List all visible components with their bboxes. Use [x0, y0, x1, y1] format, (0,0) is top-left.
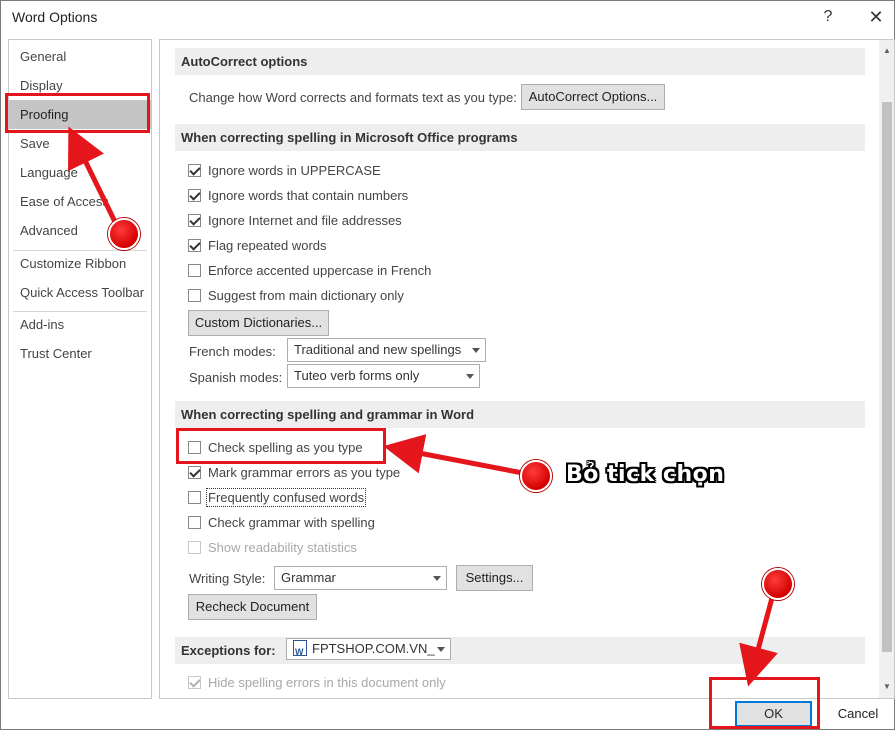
proofing-panel: AutoCorrect options Change how Word corr…: [159, 39, 895, 699]
grammar-with-spelling-checkbox[interactable]: [188, 515, 201, 529]
step-marker-dot: [520, 460, 552, 492]
flag-repeated-label: Flag repeated words: [208, 237, 327, 253]
ignore-uppercase-checkbox[interactable]: [188, 163, 201, 177]
proofing-highlight-box: [5, 93, 150, 133]
writing-style-value: Grammar: [281, 570, 336, 585]
scrollbar-thumb[interactable]: [882, 102, 892, 652]
flag-repeated-option[interactable]: Flag repeated words: [188, 235, 327, 255]
french-modes-value: Traditional and new spellings: [294, 342, 462, 357]
exceptions-document-value: FPTSHOP.COM.VN_: [312, 641, 435, 656]
close-button[interactable]: ✕: [863, 6, 889, 30]
ignore-numbers-option[interactable]: Ignore words that contain numbers: [188, 185, 408, 205]
writing-style-label: Writing Style:: [189, 571, 266, 586]
exceptions-label: Exceptions for:: [181, 643, 276, 658]
writing-style-dropdown[interactable]: Grammar: [274, 566, 447, 590]
enforce-accented-checkbox[interactable]: [188, 263, 201, 277]
spelling-office-section-heading: When correcting spelling in Microsoft Of…: [175, 124, 865, 151]
enforce-accented-option[interactable]: Enforce accented uppercase in French: [188, 260, 431, 280]
flag-repeated-checkbox[interactable]: [188, 238, 201, 252]
ignore-numbers-checkbox[interactable]: [188, 188, 201, 202]
confused-words-option[interactable]: Frequently confused words: [188, 487, 367, 507]
main-dictionary-checkbox[interactable]: [188, 288, 201, 302]
ignore-internet-label: Ignore Internet and file addresses: [208, 212, 402, 228]
french-modes-label: French modes:: [189, 344, 276, 359]
scroll-down-icon[interactable]: ▼: [881, 680, 893, 694]
readability-checkbox: [188, 540, 201, 554]
settings-button[interactable]: Settings...: [456, 565, 533, 591]
custom-dictionaries-button[interactable]: Custom Dictionaries...: [188, 310, 329, 336]
exceptions-section-heading: Exceptions for:: [175, 637, 865, 664]
mark-grammar-label: Mark grammar errors as you type: [208, 464, 401, 480]
ignore-internet-checkbox[interactable]: [188, 213, 201, 227]
chevron-down-icon: [472, 348, 480, 353]
grammar-with-spelling-label: Check grammar with spelling: [208, 514, 375, 530]
cancel-button[interactable]: Cancel: [821, 701, 895, 727]
chevron-down-icon: [433, 576, 441, 581]
mark-grammar-option[interactable]: Mark grammar errors as you type: [188, 462, 400, 482]
sidebar-item-language[interactable]: Language: [9, 158, 151, 187]
autocorrect-description: Change how Word corrects and formats tex…: [189, 90, 517, 105]
word-document-icon: [293, 640, 307, 662]
readability-option: Show readability statistics: [188, 537, 357, 557]
help-button[interactable]: ?: [815, 6, 841, 30]
sidebar-item-general[interactable]: General: [9, 42, 151, 71]
ignore-uppercase-option[interactable]: Ignore words in UPPERCASE: [188, 160, 381, 180]
spelling-word-section-heading: When correcting spelling and grammar in …: [175, 401, 865, 428]
hide-spelling-label: Hide spelling errors in this document on…: [208, 674, 446, 690]
readability-label: Show readability statistics: [208, 539, 357, 555]
autocorrect-options-button[interactable]: AutoCorrect Options...: [521, 84, 665, 110]
title-bar: Word Options ? ✕: [1, 1, 895, 35]
chevron-down-icon: [466, 374, 474, 379]
main-dictionary-option[interactable]: Suggest from main dictionary only: [188, 285, 404, 305]
spanish-modes-value: Tuteo verb forms only: [294, 368, 420, 383]
sidebar-item-add-ins[interactable]: Add-ins: [9, 310, 151, 339]
spanish-modes-dropdown[interactable]: Tuteo verb forms only: [287, 364, 480, 388]
vertical-scrollbar[interactable]: ▲ ▼: [879, 40, 894, 698]
hide-spelling-checkbox: [188, 675, 201, 689]
grammar-with-spelling-option[interactable]: Check grammar with spelling: [188, 512, 375, 532]
check-spelling-highlight-box: [176, 428, 386, 464]
step-marker-dot: [108, 218, 140, 250]
sidebar-item-trust-center[interactable]: Trust Center: [9, 339, 151, 368]
ignore-uppercase-label: Ignore words in UPPERCASE: [208, 162, 381, 178]
confused-words-checkbox[interactable]: [188, 490, 201, 504]
recheck-document-button[interactable]: Recheck Document: [188, 594, 317, 620]
chevron-down-icon: [437, 647, 445, 652]
main-dictionary-label: Suggest from main dictionary only: [208, 287, 404, 303]
window-title: Word Options: [12, 9, 98, 25]
ok-highlight-box: [709, 677, 820, 729]
sidebar-item-quick-access-toolbar[interactable]: Quick Access Toolbar: [9, 278, 151, 307]
hide-spelling-option: Hide spelling errors in this document on…: [188, 672, 446, 692]
ignore-numbers-label: Ignore words that contain numbers: [208, 187, 409, 203]
sidebar-item-save[interactable]: Save: [9, 129, 151, 158]
confused-words-label: Frequently confused words: [205, 487, 367, 507]
step-marker-dot: [762, 568, 794, 600]
autocorrect-section-heading: AutoCorrect options: [175, 48, 865, 75]
category-sidebar: General Display Proofing Save Language E…: [8, 39, 152, 699]
sidebar-item-ease-of-access[interactable]: Ease of Access: [9, 187, 151, 216]
sidebar-item-customize-ribbon[interactable]: Customize Ribbon: [9, 249, 151, 278]
enforce-accented-label: Enforce accented uppercase in French: [208, 262, 432, 278]
mark-grammar-checkbox[interactable]: [188, 465, 201, 479]
callout-text: Bỏ tick chọn: [566, 462, 725, 487]
spanish-modes-label: Spanish modes:: [189, 370, 283, 385]
french-modes-dropdown[interactable]: Traditional and new spellings: [287, 338, 486, 362]
exceptions-document-dropdown[interactable]: FPTSHOP.COM.VN_: [286, 638, 451, 662]
scroll-up-icon[interactable]: ▲: [881, 44, 893, 58]
ignore-internet-option[interactable]: Ignore Internet and file addresses: [188, 210, 402, 230]
